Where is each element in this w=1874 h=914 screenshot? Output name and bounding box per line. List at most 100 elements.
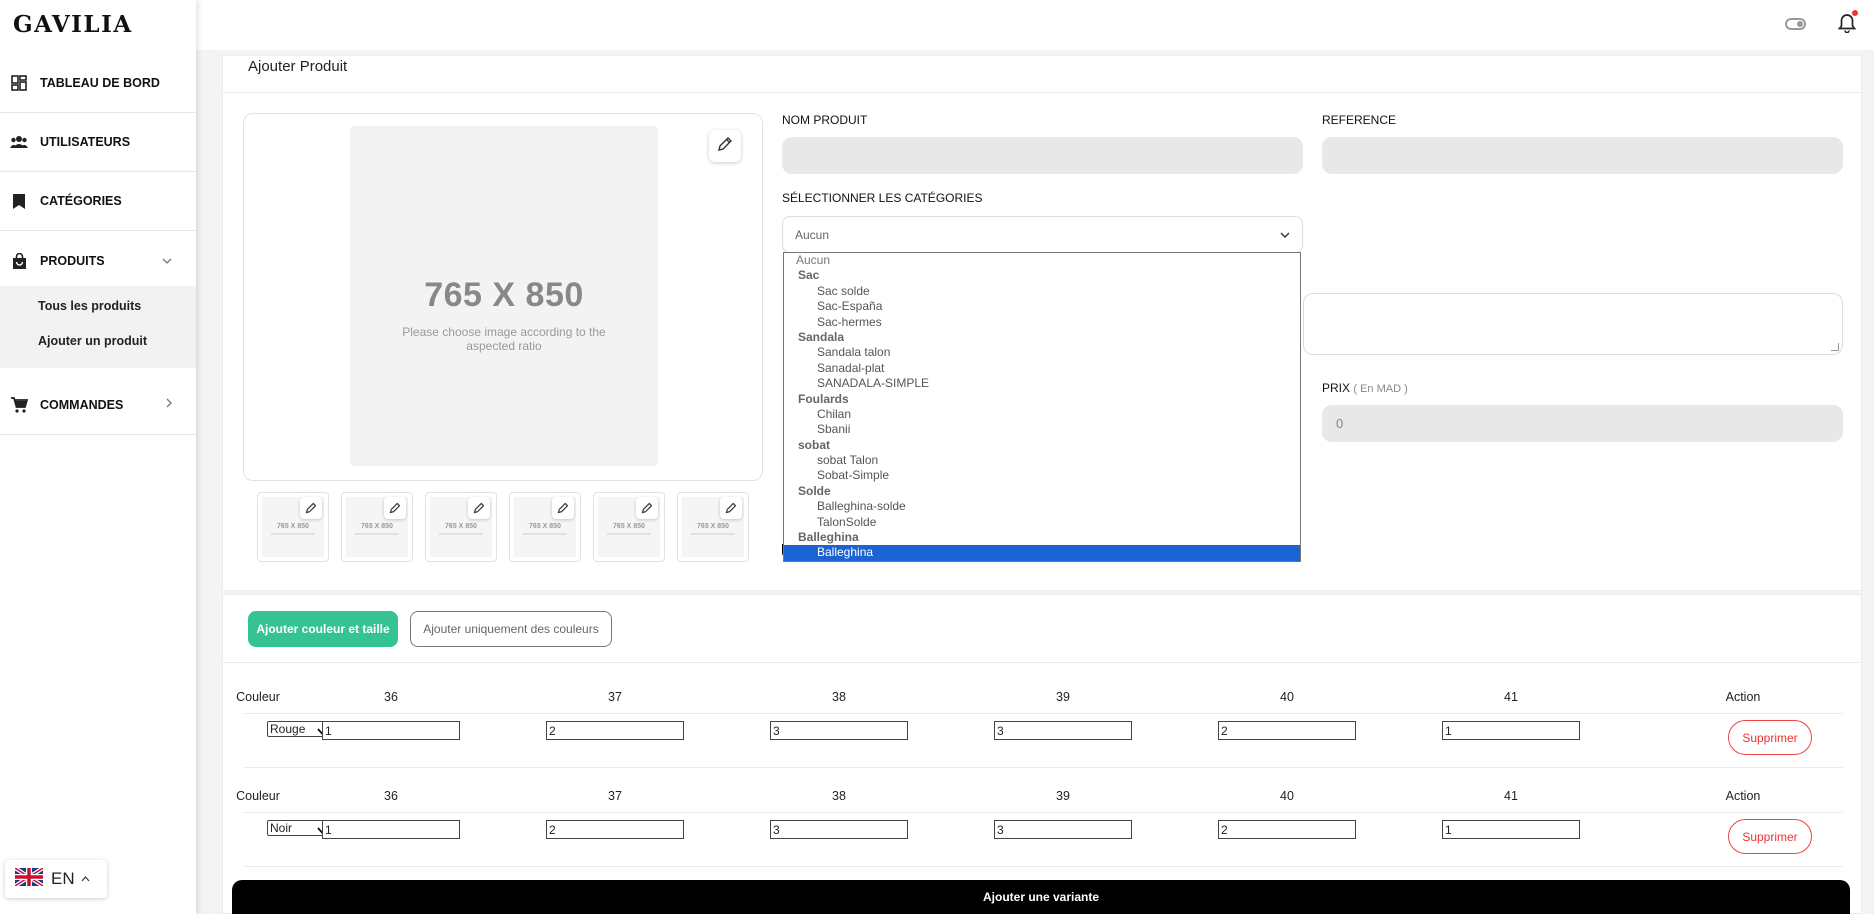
categories-select[interactable]: Aucun [782, 216, 1303, 253]
header-size: 39 [1056, 789, 1070, 803]
variants-card: Ajouter couleur et taille Ajouter unique… [222, 594, 1862, 914]
dropdown-group-label: Sac [798, 268, 820, 283]
pencil-icon[interactable] [720, 497, 742, 519]
thumbnail-dimensions: 765 X 850 [445, 523, 477, 530]
quantity-input[interactable]: 3 [770, 820, 908, 839]
sidebar-item-orders[interactable]: COMMANDES [0, 376, 196, 435]
dropdown-option[interactable]: Chilan [784, 407, 1300, 422]
categories-label: SÉLECTIONNER LES CATÉGORIES [782, 191, 983, 205]
dropdown-group-label: Balleghina [798, 530, 859, 545]
image-dimensions: 765 X 850 [424, 276, 584, 314]
thumbnail-hint-line [439, 533, 483, 535]
quantity-input[interactable]: 3 [770, 721, 908, 740]
language-code: EN [51, 869, 75, 888]
quantity-input[interactable]: 2 [546, 721, 684, 740]
thumbnail-upload-1[interactable]: 765 X 850 [257, 492, 329, 562]
language-selector[interactable]: EN [5, 860, 107, 898]
thumbnail-upload-5[interactable]: 765 X 850 [593, 492, 665, 562]
quantity-input[interactable]: 1 [1442, 820, 1580, 839]
submenu-all-products[interactable]: Tous les produits [38, 299, 141, 313]
dropdown-option[interactable]: TalonSolde [784, 515, 1300, 530]
dropdown-option[interactable]: Sanadal-plat [784, 361, 1300, 376]
dropdown-option[interactable]: Balleghina [784, 545, 1300, 561]
reference-input[interactable] [1322, 137, 1843, 174]
add-variant-button[interactable]: Ajouter une variante [232, 880, 1850, 914]
header-size: 41 [1504, 789, 1518, 803]
dropdown-option[interactable]: Sac-España [784, 299, 1300, 314]
bookmark-icon [10, 192, 28, 210]
sidebar-item-label: PRODUITS [40, 253, 105, 268]
thumbnail-hint-line [271, 533, 315, 535]
header-action: Action [1725, 690, 1761, 704]
chevron-down-icon [1280, 227, 1290, 241]
dropdown-option[interactable]: Sandala talon [784, 345, 1300, 360]
resize-handle[interactable] [1831, 343, 1839, 351]
dropdown-option[interactable]: SANADALA-SIMPLE [784, 376, 1300, 391]
sidebar-item-categories[interactable]: CATÉGORIES [0, 172, 196, 231]
dropdown-option[interactable]: sobat Talon [784, 453, 1300, 468]
dropdown-option[interactable]: Aucun [784, 253, 1300, 268]
dropdown-option[interactable]: Sac solde [784, 284, 1300, 299]
dropdown-group-label: Solde [798, 483, 831, 498]
header-action: Action [1725, 789, 1761, 803]
sidebar-item-dashboard[interactable]: TABLEAU DE BORD [0, 54, 196, 113]
header-size: 38 [832, 789, 846, 803]
description-textarea[interactable] [1303, 293, 1843, 355]
thumbnail-dimensions: 765 X 850 [697, 523, 729, 530]
quantity-input[interactable]: 1 [322, 721, 460, 740]
delete-variant-button[interactable]: Supprimer [1728, 720, 1812, 755]
thumbnail-hint-line [355, 533, 399, 535]
divider [243, 713, 1843, 714]
pencil-icon[interactable] [468, 497, 490, 519]
sidebar-item-label: TABLEAU DE BORD [40, 76, 160, 90]
uk-flag-icon [13, 865, 45, 891]
header-size: 37 [608, 789, 622, 803]
add-colors-only-button[interactable]: Ajouter uniquement des couleurs [410, 611, 612, 647]
header-size: 36 [384, 789, 398, 803]
thumbnail-upload-3[interactable]: 765 X 850 [425, 492, 497, 562]
price-input[interactable] [1322, 405, 1843, 442]
dropdown-option[interactable]: Sobat-Simple [784, 468, 1300, 483]
price-label: PRIX ( En MAD ) [1322, 381, 1408, 395]
image-hint: Please choose image according to the asp… [402, 325, 606, 354]
users-icon [10, 133, 28, 151]
shopping-bag-icon [10, 252, 28, 270]
edit-image-button[interactable] [709, 130, 741, 162]
notification-bell-icon[interactable] [1837, 10, 1860, 35]
quantity-input[interactable]: 3 [994, 721, 1132, 740]
quantity-input[interactable]: 3 [994, 820, 1132, 839]
quantity-input[interactable]: 1 [322, 820, 460, 839]
thumbnail-upload-2[interactable]: 765 X 850 [341, 492, 413, 562]
add-color-size-button[interactable]: Ajouter couleur et taille [248, 611, 398, 647]
theme-toggle[interactable] [1785, 18, 1806, 30]
header-size: 41 [1504, 690, 1518, 704]
dropdown-option[interactable]: Balleghina-solde [784, 499, 1300, 514]
page-title: Ajouter Produit [248, 58, 348, 75]
dropdown-option[interactable]: Sac-hermes [784, 315, 1300, 330]
quantity-input[interactable]: 2 [546, 820, 684, 839]
divider [243, 866, 1843, 867]
sidebar-item-label: UTILISATEURS [40, 135, 131, 149]
header-color: Couleur [236, 789, 280, 803]
thumbnail-dimensions: 765 X 850 [277, 523, 309, 530]
pencil-icon[interactable] [552, 497, 574, 519]
dropdown-option[interactable]: Sbanii [784, 422, 1300, 437]
main-image-upload[interactable]: 765 X 850 Please choose image according … [243, 113, 763, 481]
pencil-icon[interactable] [636, 497, 658, 519]
product-name-input[interactable] [782, 137, 1303, 174]
quantity-input[interactable]: 2 [1218, 820, 1356, 839]
pencil-icon[interactable] [384, 497, 406, 519]
quantity-input[interactable]: 2 [1218, 721, 1356, 740]
sidebar-item-users[interactable]: UTILISATEURS [0, 113, 196, 172]
thumbnail-upload-4[interactable]: 765 X 850 [509, 492, 581, 562]
pencil-icon[interactable] [300, 497, 322, 519]
delete-variant-button[interactable]: Supprimer [1728, 819, 1812, 854]
header-color: Couleur [236, 690, 280, 704]
topbar [196, 0, 1874, 50]
sidebar: GAVILIA TABLEAU DE BORD UTILISATEURS CAT… [0, 0, 196, 914]
thumbnail-upload-6[interactable]: 765 X 850 [677, 492, 749, 562]
submenu-add-product[interactable]: Ajouter un produit [38, 334, 147, 348]
categories-dropdown-list[interactable]: Aucun Sac Sac solde Sac-España Sac-hermes San… [783, 252, 1301, 562]
quantity-input[interactable]: 1 [1442, 721, 1580, 740]
sidebar-item-products[interactable]: PRODUITS [0, 231, 196, 290]
